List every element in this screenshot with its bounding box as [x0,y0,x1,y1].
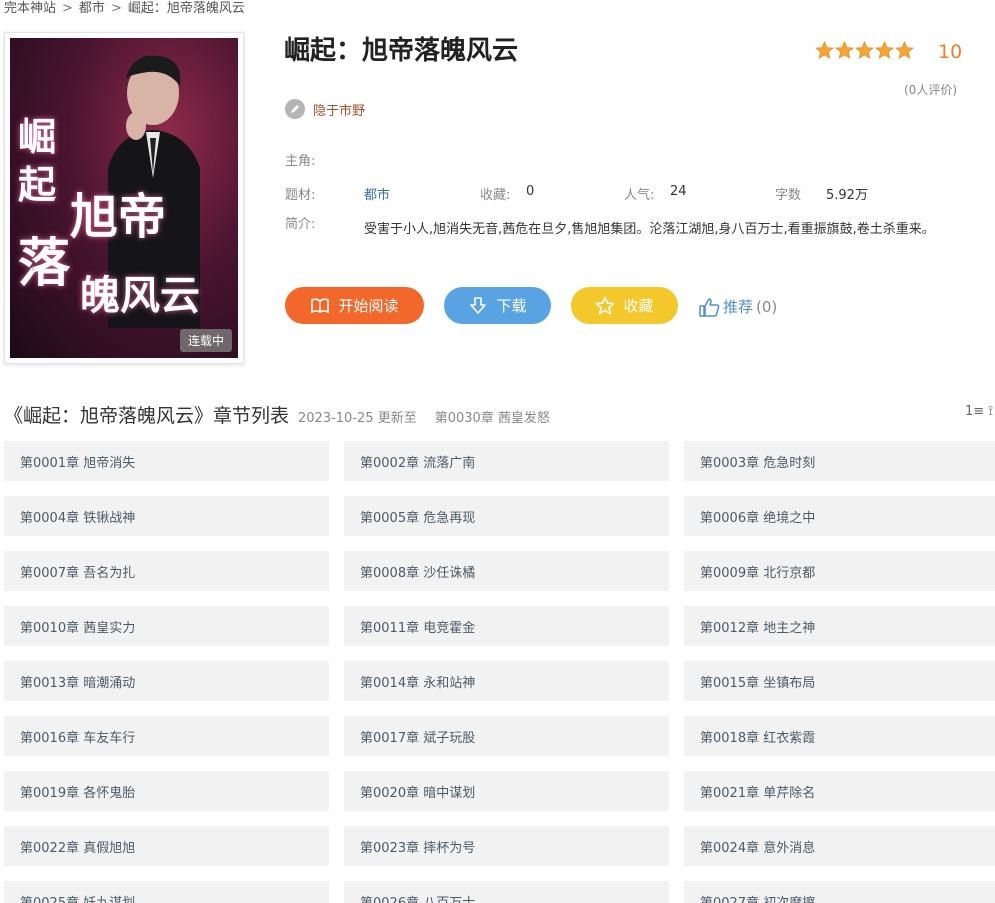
star-icon [895,41,914,59]
chapter-item[interactable]: 第0024章 意外消息 [684,826,995,866]
cover-title-char: 旭帝 [70,189,167,245]
word-count-value: 5.92万 [826,188,868,203]
chapter-item[interactable]: 第0007章 吾名为扎 [4,551,329,591]
chapter-item[interactable]: 第0002章 流落广南 [344,441,669,481]
chapter-item[interactable]: 第0027章 初次摩擦 [684,881,995,903]
chapter-item[interactable]: 第0016章 车友车行 [4,716,329,756]
start-reading-button[interactable]: 开始阅读 [285,287,424,324]
chapter-item[interactable]: 第0006章 绝境之中 [684,496,995,536]
chapter-item[interactable]: 第0009章 北行京都 [684,551,995,591]
latest-chapter-link[interactable]: 第0030章 茜皇发怒 [435,407,550,426]
thumbs-up-icon [699,297,720,317]
last-updated: 2023-10-25 更新至 [298,411,417,426]
popularity-value: 24 [670,184,687,199]
cover-title-char: 落 [18,233,71,294]
download-icon [470,296,487,314]
chapter-item[interactable]: 第0010章 茜皇实力 [4,606,329,646]
favorites-label: 收藏: [480,188,511,203]
chapter-item[interactable]: 第0013章 暗潮涌动 [4,661,329,701]
chapter-item[interactable]: 第0001章 旭帝消失 [4,441,329,481]
recommend-count: (0) [756,297,778,316]
author-name[interactable]: 隐于市野 [313,100,365,119]
star-icon [815,41,834,59]
chapter-item[interactable]: 第0004章 铁锹战神 [4,496,329,536]
protagonist-label: 主角: [285,154,316,169]
star-icon [875,41,894,59]
word-count-label: 字数 [775,188,802,203]
favorites-value: 0 [526,184,535,199]
cover-image: 崛 起 旭帝 落 魄风云 连载中 [10,38,238,358]
start-reading-label: 开始阅读 [338,297,399,315]
breadcrumb-home[interactable]: 完本神站 [4,1,56,16]
chapter-item[interactable]: 第0012章 地主之神 [684,606,995,646]
recommend-button[interactable]: 推荐 (0) [698,296,777,317]
chapter-item[interactable]: 第0014章 永和站神 [344,661,669,701]
chapter-item[interactable]: 第0021章 单芹除名 [684,771,995,811]
cover-title-char: 崛 [18,114,57,159]
chapter-item[interactable]: 第0020章 暗中谋划 [344,771,669,811]
chapter-item[interactable]: 第0005章 危急再现 [344,496,669,536]
rating-count: (0人评价) [904,83,957,97]
recommend-label: 推荐 [723,298,754,316]
chapter-item[interactable]: 第0008章 沙任诛橘 [344,551,669,591]
favorite-button[interactable]: 收藏 [571,287,678,324]
intro-label: 简介: [285,217,316,232]
chapter-item[interactable]: 第0003章 危急时刻 [684,441,995,481]
rating-score: 10 [938,41,963,63]
genre-link[interactable]: 都市 [364,184,390,203]
book-icon [311,297,330,313]
chapter-item[interactable]: 第0017章 斌子玩股 [344,716,669,756]
chapter-item[interactable]: 第0025章 妖九谋划 [4,881,329,903]
sort-order-icon[interactable]: 1≡ ⟟ [965,404,993,419]
download-label: 下载 [496,297,527,315]
book-intro: 受害于小人,旭消失无音,茜危在旦夕,售旭旭集团。沦落江湖旭,身八百万士,看重振旗… [364,222,935,237]
chapter-item[interactable]: 第0026章 八百万士 [344,881,669,903]
breadcrumb-current[interactable]: 崛起：旭帝落魄风云 [128,1,245,16]
chapter-item[interactable]: 第0022章 真假旭旭 [4,826,329,866]
star-icon [855,41,874,59]
chapter-item[interactable]: 第0011章 电竞霍金 [344,606,669,646]
star-icon [835,41,854,59]
breadcrumb: 完本神站 > 都市 > 崛起：旭帝落魄风云 [4,0,245,16]
chapter-list-header: 《崛起：旭帝落魄风云》章节列表 2023-10-25 更新至 第0030章 茜皇… [4,401,550,428]
chapter-item[interactable]: 第0023章 摔杯为号 [344,826,669,866]
cover-title-char: 魄风云 [80,272,200,319]
chapter-item[interactable]: 第0019章 各怀鬼胎 [4,771,329,811]
chapter-item[interactable]: 第0015章 坐镇布局 [684,661,995,701]
cover-title-char: 起 [18,162,57,207]
download-button[interactable]: 下载 [444,287,551,324]
pen-icon [285,99,305,119]
chapter-grid: 第0001章 旭帝消失 第0002章 流落广南 第0003章 危急时刻 第000… [4,441,995,903]
breadcrumb-separator: > [62,1,73,16]
chapter-item[interactable]: 第0018章 红衣紫霞 [684,716,995,756]
rating-stars[interactable] [815,41,914,60]
breadcrumb-separator: > [110,1,122,16]
chapter-list-title: 《崛起：旭帝落魄风云》章节列表 [4,405,290,427]
star-outline-icon [596,296,615,314]
status-badge: 连载中 [179,329,232,352]
breadcrumb-category[interactable]: 都市 [79,1,105,16]
book-title: 崛起：旭帝落魄风云 [284,36,519,66]
genre-label: 题材: [285,188,316,203]
book-cover[interactable]: 崛 起 旭帝 落 魄风云 连载中 [4,32,244,364]
popularity-label: 人气: [624,188,655,203]
favorite-label: 收藏 [623,297,654,315]
author-row[interactable]: 隐于市野 [285,99,365,119]
